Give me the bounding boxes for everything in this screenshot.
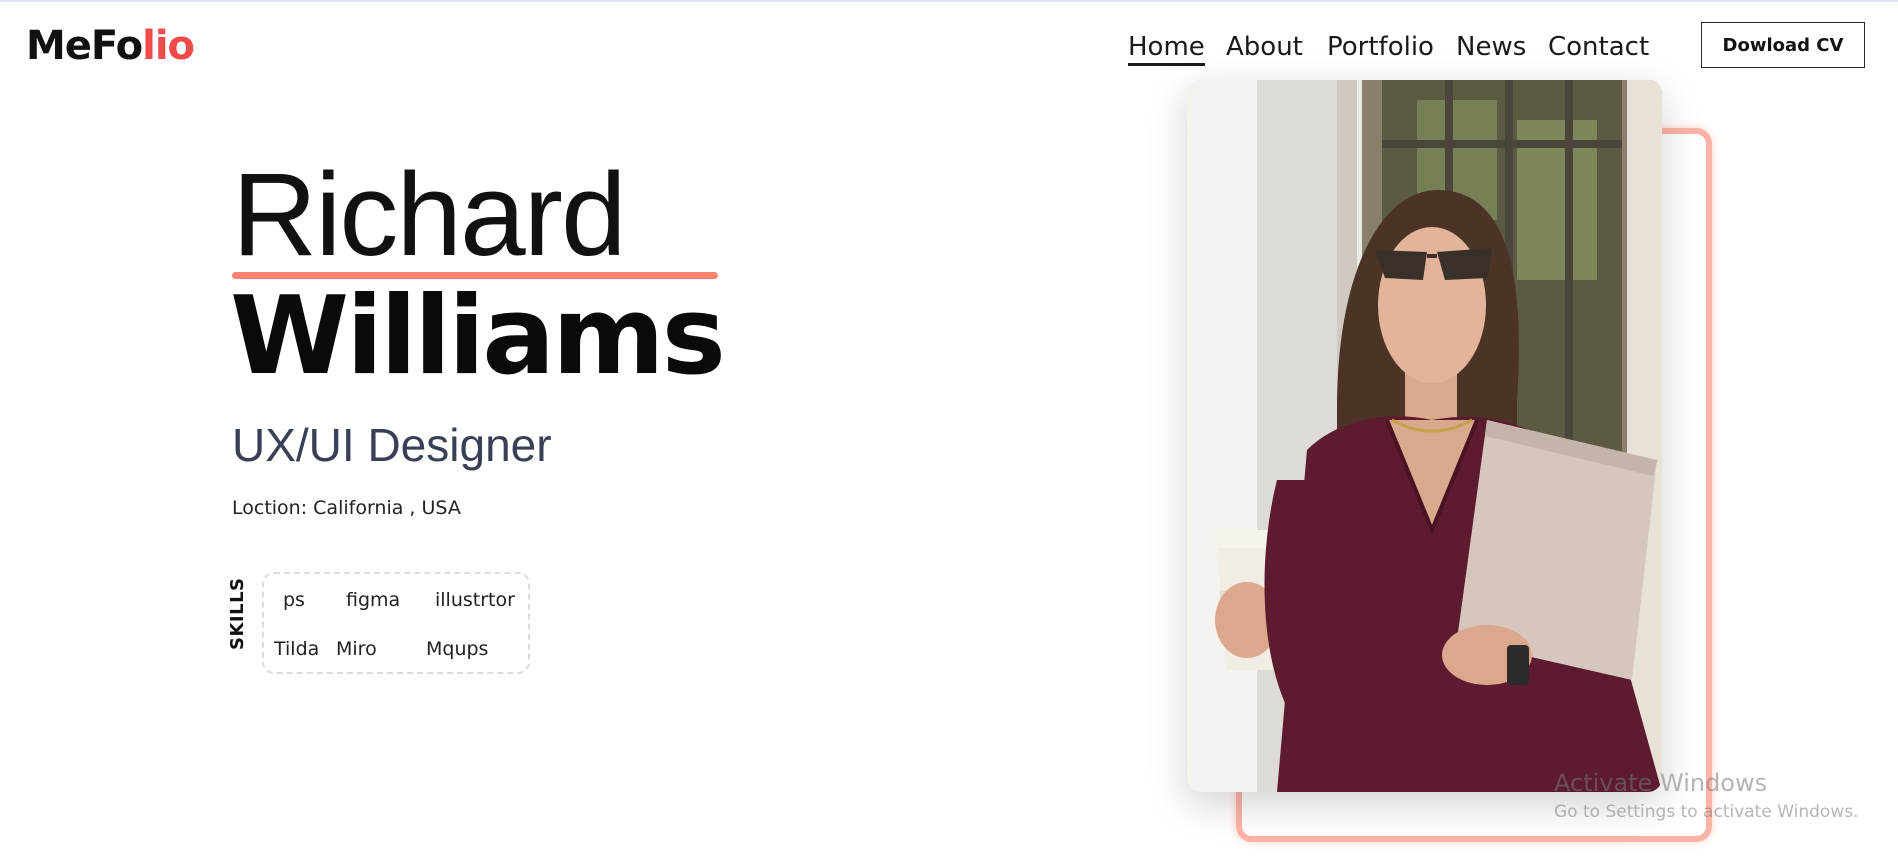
hero-location: Loction: California , USA bbox=[232, 497, 461, 519]
watermark-title: Activate Windows bbox=[1554, 769, 1768, 797]
logo-text-part1: MeFo bbox=[26, 23, 143, 69]
hero-last-name: Williams bbox=[230, 274, 726, 399]
hero-role: UX/UI Designer bbox=[232, 419, 552, 471]
nav-home-link[interactable]: Home bbox=[1128, 30, 1205, 66]
skills-title: SKILLS bbox=[227, 577, 248, 650]
nav-portfolio-link[interactable]: Portfolio bbox=[1327, 30, 1434, 66]
logo-text-part2: lio bbox=[142, 23, 195, 69]
watermark-subtitle: Go to Settings to activate Windows. bbox=[1554, 802, 1859, 822]
logo[interactable]: MeFolio bbox=[26, 22, 195, 70]
skill-item: illustrtor bbox=[435, 589, 515, 611]
skill-item: ps bbox=[283, 589, 305, 611]
nav-about-link[interactable]: About bbox=[1226, 30, 1303, 66]
top-border bbox=[0, 0, 1898, 2]
nav-news-link[interactable]: News bbox=[1456, 30, 1526, 66]
skill-item: figma bbox=[346, 589, 401, 611]
skills-box: ps figma illustrtor Tilda Miro Mqups bbox=[262, 572, 530, 674]
skill-item: Miro bbox=[336, 638, 377, 660]
skill-item: Tilda bbox=[274, 638, 320, 660]
skill-item: Mqups bbox=[426, 638, 489, 660]
download-cv-button[interactable]: Dowload CV bbox=[1701, 22, 1865, 68]
portrait-photo bbox=[1187, 80, 1662, 792]
hero-first-name: Richard bbox=[232, 149, 627, 281]
nav-contact-link[interactable]: Contact bbox=[1548, 30, 1649, 66]
